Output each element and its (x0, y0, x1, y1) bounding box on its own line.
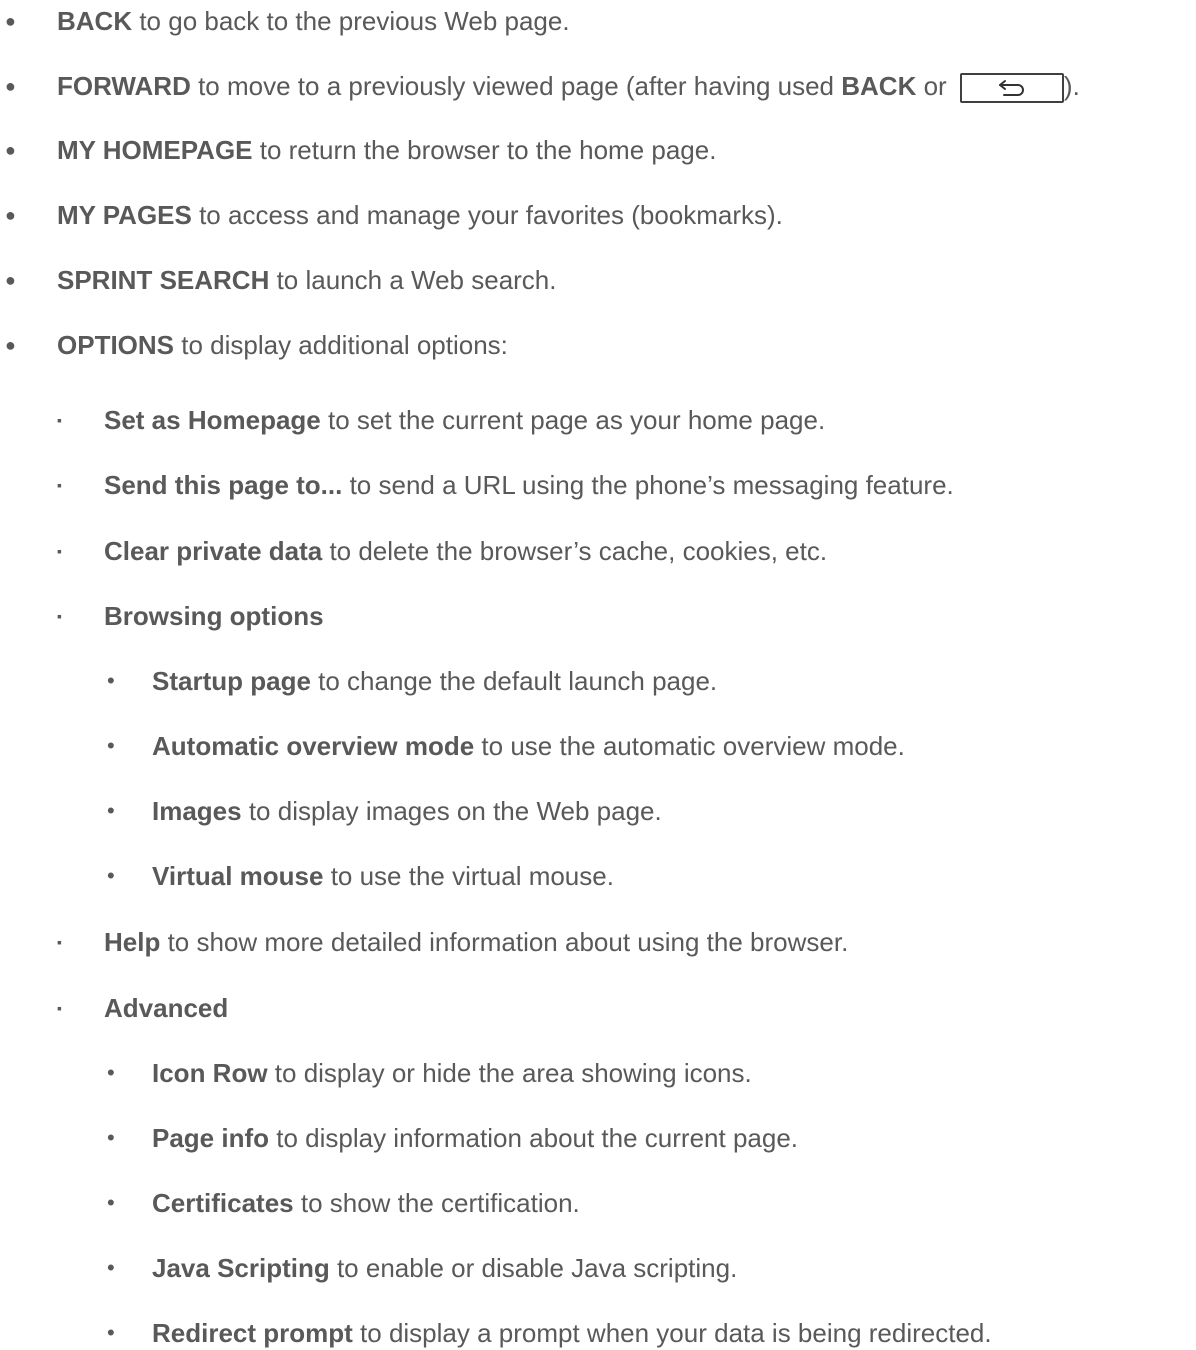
list-item: SPRINT SEARCH to launch a Web search. (57, 265, 557, 295)
item-text-end: ). (1063, 71, 1080, 101)
item-term: MY HOMEPAGE (57, 135, 253, 165)
bullet-small: • (107, 863, 115, 888)
bullet-dot: ● (5, 335, 16, 355)
bullet-square: ▪ (57, 543, 62, 559)
bullet-small: • (107, 1060, 115, 1085)
item-text: to set the current page as your home pag… (320, 405, 826, 435)
item-term-secondary: BACK (841, 71, 917, 101)
item-term: Images (152, 796, 242, 826)
list-item: Java Scripting to enable or disable Java… (152, 1253, 737, 1283)
item-term: Advanced (104, 993, 229, 1023)
item-text: to use the virtual mouse. (323, 861, 614, 891)
item-text: to display images on the Web page. (241, 796, 662, 826)
item-text: to change the default launch page. (310, 666, 718, 696)
bullet-square: ▪ (57, 1000, 62, 1016)
bullet-small: • (107, 1190, 115, 1215)
bullet-small: • (107, 1125, 115, 1150)
list-item: Browsing options (104, 601, 324, 631)
item-term: Certificates (152, 1188, 294, 1218)
item-text: to go back to the previous Web page. (132, 6, 570, 36)
list-item: Startup page to change the default launc… (152, 666, 717, 696)
item-term: OPTIONS (57, 330, 175, 360)
item-term: BACK (57, 6, 133, 36)
item-term: Redirect prompt (152, 1318, 353, 1348)
bullet-small: • (107, 1255, 115, 1280)
item-term: Java Scripting (152, 1253, 330, 1283)
item-text: to delete the browser’s cache, cookies, … (322, 536, 828, 566)
list-item: Redirect prompt to display a prompt when… (152, 1318, 992, 1348)
bullet-dot: ● (5, 140, 16, 160)
item-text: to return the browser to the home page. (252, 135, 717, 165)
item-term: Automatic overview mode (152, 731, 475, 761)
item-text: to use the automatic overview mode. (474, 731, 905, 761)
list-item: Advanced (104, 993, 228, 1023)
list-item: Page info to display information about t… (152, 1123, 798, 1153)
list-item: Automatic overview mode to use the autom… (152, 731, 905, 761)
item-term: SPRINT SEARCH (57, 265, 270, 295)
item-text: to launch a Web search. (269, 265, 557, 295)
item-text: to display additional options: (174, 330, 508, 360)
item-term: Set as Homepage (104, 405, 321, 435)
item-term: Send this page to... (104, 470, 343, 500)
bullet-square: ▪ (57, 412, 62, 428)
bullet-dot: ● (5, 76, 16, 96)
list-item: FORWARD to move to a previously viewed p… (57, 71, 1080, 103)
list-item: Icon Row to display or hide the area sho… (152, 1058, 752, 1088)
bullet-dot: ● (5, 270, 16, 290)
item-text: to move to a previously viewed page (aft… (190, 71, 842, 101)
list-item: Send this page to... to send a URL using… (104, 470, 954, 500)
item-text: to enable or disable Java scripting. (329, 1253, 738, 1283)
list-item: Help to show more detailed information a… (104, 927, 848, 957)
bullet-small: • (107, 1320, 115, 1345)
bullet-dot: ● (5, 11, 16, 31)
item-text-connector: or (916, 71, 954, 101)
list-item: Certificates to show the certification. (152, 1188, 580, 1218)
bullet-square: ▪ (57, 934, 62, 950)
bullet-square: ▪ (57, 608, 62, 624)
list-item: MY PAGES to access and manage your favor… (57, 200, 783, 230)
bullet-dot: ● (5, 205, 16, 225)
item-term: Page info (152, 1123, 270, 1153)
item-text: to display information about the current… (269, 1123, 799, 1153)
item-text: to access and manage your favorites (boo… (191, 200, 783, 230)
item-term: Startup page (152, 666, 311, 696)
item-term: Clear private data (104, 536, 323, 566)
list-item: MY HOMEPAGE to return the browser to the… (57, 135, 716, 165)
list-item: OPTIONS to display additional options: (57, 330, 508, 360)
list-item: Images to display images on the Web page… (152, 796, 662, 826)
bullet-small: • (107, 733, 115, 758)
item-text: to display or hide the area showing icon… (267, 1058, 752, 1088)
item-term: Browsing options (104, 601, 324, 631)
item-term: MY PAGES (57, 200, 192, 230)
bullet-square: ▪ (57, 477, 62, 493)
bullet-small: • (107, 668, 115, 693)
item-text: to send a URL using the phone’s messagin… (342, 470, 954, 500)
item-term: Icon Row (152, 1058, 268, 1088)
list-item: Clear private data to delete the browser… (104, 536, 827, 566)
back-key-icon (959, 73, 1064, 103)
list-item: Set as Homepage to set the current page … (104, 405, 825, 435)
item-term: FORWARD (57, 71, 191, 101)
item-term: Virtual mouse (152, 861, 324, 891)
list-item: Virtual mouse to use the virtual mouse. (152, 861, 614, 891)
item-text: to display a prompt when your data is be… (352, 1318, 992, 1348)
item-text: to show the certification. (293, 1188, 580, 1218)
bullet-small: • (107, 798, 115, 823)
list-item: BACK to go back to the previous Web page… (57, 6, 570, 36)
item-term: Help (104, 927, 161, 957)
item-text: to show more detailed information about … (160, 927, 849, 957)
